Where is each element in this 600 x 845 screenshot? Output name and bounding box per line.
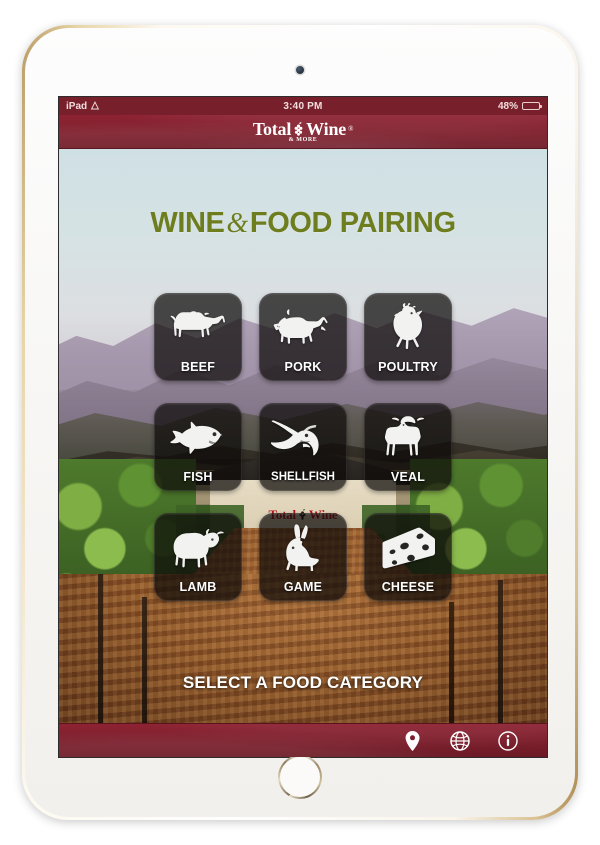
website-button[interactable] bbox=[449, 730, 471, 752]
category-tile-poultry[interactable]: POULTRY bbox=[364, 293, 452, 381]
category-tile-cheese[interactable]: CHEESE bbox=[364, 513, 452, 601]
category-label: CHEESE bbox=[381, 579, 435, 594]
page-title: WINE&FOOD PAIRING bbox=[59, 207, 547, 240]
app-content: WINE&FOOD PAIRING BEEF PORK POULTRY FISH… bbox=[59, 149, 547, 723]
category-label: PORK bbox=[284, 359, 322, 374]
battery-percent-label: 48% bbox=[497, 100, 518, 112]
chicken-icon bbox=[365, 294, 451, 361]
category-tile-fish[interactable]: FISH bbox=[154, 403, 242, 491]
category-tile-shellfish[interactable]: SHELLFISH bbox=[259, 403, 347, 491]
ios-status-bar: iPad △ 3:40 PM 48% bbox=[59, 97, 547, 115]
category-label: GAME bbox=[283, 579, 323, 594]
category-tile-beef[interactable]: BEEF bbox=[154, 293, 242, 381]
cow-icon bbox=[155, 294, 241, 361]
home-button[interactable] bbox=[278, 755, 322, 799]
logo-subtitle: & MORE bbox=[288, 137, 318, 143]
calf-icon bbox=[365, 404, 451, 471]
page-title-part2: FOOD PAIRING bbox=[249, 207, 456, 239]
bottom-toolbar bbox=[59, 723, 547, 757]
grape-cluster-icon bbox=[293, 121, 304, 137]
logo-word-total: Total bbox=[252, 119, 292, 139]
category-label: SHELLFISH bbox=[271, 470, 335, 483]
logo-wordmark: Total Wine ® bbox=[252, 119, 354, 139]
pig-icon bbox=[260, 294, 346, 361]
logo-word-wine: Wine bbox=[306, 119, 347, 139]
cheese-icon bbox=[365, 514, 451, 581]
rabbit-icon bbox=[260, 514, 346, 581]
page-title-part1: WINE bbox=[150, 207, 225, 239]
shrimp-icon bbox=[260, 404, 346, 472]
food-category-grid: BEEF PORK POULTRY FISH SHELLFISH VEAL LA… bbox=[154, 293, 452, 601]
category-tile-pork[interactable]: PORK bbox=[259, 293, 347, 381]
category-label: LAMB bbox=[179, 579, 217, 594]
info-circle-icon bbox=[498, 730, 518, 751]
battery-icon bbox=[522, 101, 542, 111]
front-camera-icon bbox=[296, 66, 304, 74]
ipad-bezel: iPad △ 3:40 PM 48% Total Wine ® & MORE W… bbox=[25, 28, 575, 817]
store-locator-button[interactable] bbox=[401, 730, 423, 752]
sheep-icon bbox=[155, 514, 241, 581]
total-wine-logo: Total Wine ® & MORE bbox=[252, 119, 354, 143]
category-label: BEEF bbox=[180, 359, 216, 374]
ipad-device-frame: iPad △ 3:40 PM 48% Total Wine ® & MORE W… bbox=[22, 25, 578, 820]
device-name-label: iPad bbox=[66, 100, 88, 112]
category-label: POULTRY bbox=[378, 359, 438, 374]
ipad-screen: iPad △ 3:40 PM 48% Total Wine ® & MORE W… bbox=[58, 96, 548, 758]
app-header-bar: Total Wine ® & MORE bbox=[59, 115, 547, 149]
category-tile-lamb[interactable]: LAMB bbox=[154, 513, 242, 601]
page-title-ampersand: & bbox=[226, 208, 249, 239]
app-stage: Total bbox=[59, 149, 547, 723]
fish-icon bbox=[155, 404, 241, 471]
wifi-icon: △ bbox=[91, 100, 99, 111]
category-tile-veal[interactable]: VEAL bbox=[364, 403, 452, 491]
location-pin-icon bbox=[405, 730, 420, 751]
category-label: VEAL bbox=[390, 469, 426, 484]
logo-trademark: ® bbox=[348, 124, 354, 133]
status-bar-clock: 3:40 PM bbox=[283, 100, 323, 112]
status-bar-left: iPad △ bbox=[66, 101, 99, 112]
status-bar-right: 48% bbox=[497, 100, 542, 112]
select-category-prompt: SELECT A FOOD CATEGORY bbox=[182, 673, 424, 692]
globe-icon bbox=[450, 730, 470, 751]
info-button[interactable] bbox=[497, 730, 519, 752]
category-tile-game[interactable]: GAME bbox=[259, 513, 347, 601]
category-label: FISH bbox=[183, 469, 213, 484]
